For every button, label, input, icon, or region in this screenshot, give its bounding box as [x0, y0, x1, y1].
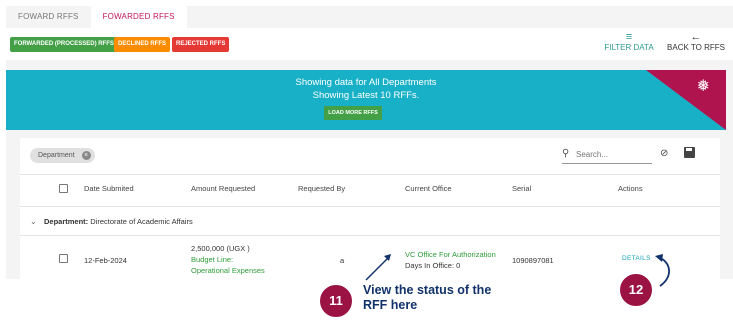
annotation-callout-text: View the status of the RFF here [363, 283, 492, 312]
arrow-11 [365, 257, 389, 281]
annotation-badge-12: 12 [618, 272, 654, 308]
arrow-12-head [655, 254, 663, 262]
annotation-badge-11: 11 [318, 283, 354, 319]
arrow-12 [659, 257, 670, 287]
